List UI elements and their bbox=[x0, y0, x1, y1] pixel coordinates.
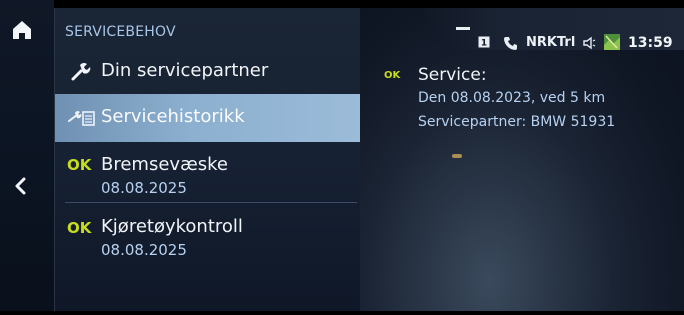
sim-badge-label: 1 bbox=[481, 39, 487, 49]
menu-item-label: Bremsevæske bbox=[101, 154, 228, 175]
detail-panel: 1 NRKTrl 13:59 OK Service: Den 08.08.202… bbox=[360, 8, 684, 311]
service-title: Service: bbox=[418, 65, 487, 85]
status-bar: 1 NRKTrl 13:59 bbox=[360, 8, 684, 51]
menu-item-date: 08.08.2025 bbox=[101, 179, 187, 197]
minus-icon bbox=[456, 27, 470, 30]
service-book-icon bbox=[68, 111, 95, 126]
bezel-top bbox=[0, 0, 684, 8]
map-icon bbox=[604, 34, 620, 50]
service-menu: SERVICEBEHOV Din servicepartner Serviceh… bbox=[54, 8, 361, 315]
wrench-icon bbox=[71, 63, 91, 81]
menu-item-service-partner[interactable]: Din servicepartner bbox=[55, 54, 361, 94]
sim-badge-icon: 1 bbox=[478, 36, 490, 48]
menu-item-vehicle-inspection[interactable]: OK Kjøretøykontroll 08.08.2025 bbox=[55, 204, 361, 268]
service-partner: Servicepartner: BMW 51931 bbox=[418, 114, 616, 130]
ok-status-badge: OK bbox=[67, 156, 92, 174]
menu-item-service-history[interactable]: Servicehistorikk bbox=[55, 94, 361, 142]
screen: SERVICEBEHOV Din servicepartner Serviceh… bbox=[0, 0, 684, 315]
back-button[interactable] bbox=[8, 174, 32, 198]
menu-item-label: Kjøretøykontroll bbox=[101, 216, 243, 237]
menu-item-brake-fluid[interactable]: OK Bremsevæske 08.08.2025 bbox=[55, 142, 361, 206]
service-date: Den 08.08.2023, ved 5 km bbox=[418, 90, 606, 106]
home-button[interactable] bbox=[8, 18, 36, 42]
clock: 13:59 bbox=[628, 35, 673, 51]
menu-item-label: Servicehistorikk bbox=[101, 106, 245, 127]
speaker-icon bbox=[583, 36, 596, 50]
chevron-left-icon bbox=[15, 177, 26, 195]
ok-status-badge: OK bbox=[384, 70, 401, 81]
menu-item-date: 08.08.2025 bbox=[101, 241, 187, 259]
ok-status-badge: OK bbox=[67, 219, 92, 237]
left-rail bbox=[0, 0, 54, 315]
light-reflection bbox=[452, 154, 462, 158]
home-icon bbox=[13, 21, 31, 39]
radio-station-label: NRKTrl bbox=[526, 35, 576, 50]
divider bbox=[65, 202, 357, 203]
bezel-bottom bbox=[0, 311, 684, 315]
menu-item-label: Din servicepartner bbox=[101, 60, 269, 81]
phone-icon bbox=[504, 37, 517, 50]
menu-title: SERVICEBEHOV bbox=[65, 24, 176, 40]
